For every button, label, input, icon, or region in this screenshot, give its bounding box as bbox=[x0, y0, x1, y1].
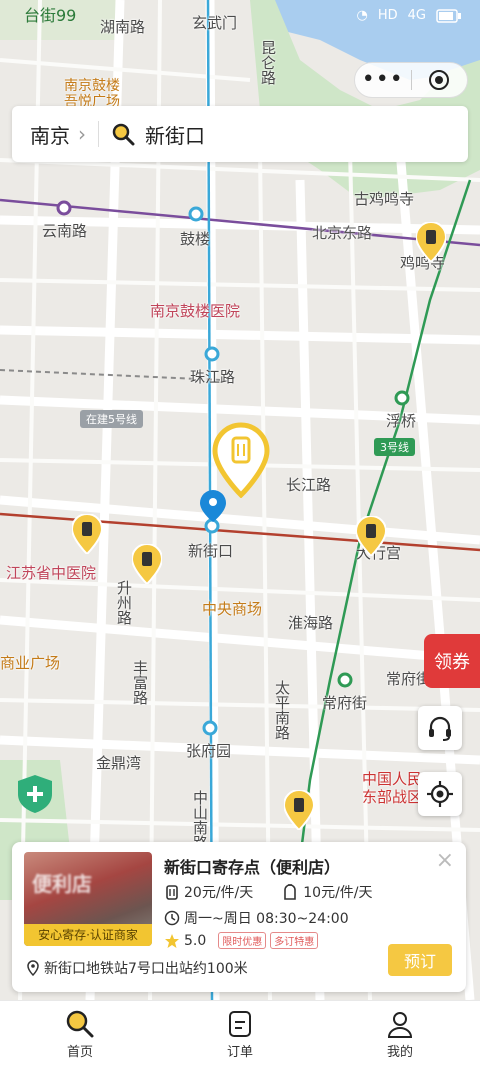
nav-item-home[interactable]: 首页 bbox=[0, 1001, 160, 1066]
close-icon[interactable]: × bbox=[436, 848, 454, 873]
price-large-luggage: 10元/件/天 bbox=[303, 885, 373, 901]
wifi-icon: ◔ bbox=[356, 8, 368, 23]
map-label-changfu-st: 常府街 bbox=[322, 694, 368, 712]
location-icon bbox=[27, 960, 39, 976]
map-label-fengfu-rd: 丰富路 bbox=[131, 660, 149, 705]
more-menu-icon[interactable]: ••• bbox=[355, 69, 411, 91]
map-label-tcm-hospital: 江苏省中医院 bbox=[6, 564, 97, 582]
map-label-gujiming: 古鸡鸣寺 bbox=[354, 190, 415, 208]
map-label-zhujiang-rd: 珠江路 bbox=[190, 368, 236, 386]
address-row: 新街口地铁站7号口出站约100米 bbox=[26, 958, 248, 978]
map-label-huaihai-rd: 淮海路 bbox=[288, 614, 334, 632]
network-hd-label: HD bbox=[377, 8, 398, 23]
battery-icon bbox=[436, 8, 461, 23]
hours-row: 周一~周日 08:30~24:00 bbox=[164, 908, 349, 928]
customer-service-button[interactable] bbox=[418, 706, 462, 750]
map-label-line3: 3号线 bbox=[374, 438, 415, 456]
map-label-zhongshan-s: 中山南路 bbox=[191, 790, 209, 850]
map-label-hospital: 南京鼓楼医院 bbox=[150, 302, 241, 320]
selected-storage-marker[interactable] bbox=[212, 422, 270, 498]
map-label-military: 中国人民 东部战区 bbox=[362, 770, 423, 806]
current-location-pin bbox=[200, 490, 226, 522]
nav-label-home: 首页 bbox=[66, 1045, 93, 1060]
map-label-central-mall: 中央商场 bbox=[202, 600, 263, 618]
rating-value: 5.0 bbox=[184, 932, 207, 949]
search-bar: 南京 › 新街口 bbox=[12, 106, 468, 162]
nav-item-orders[interactable]: 订单 bbox=[160, 1001, 320, 1066]
order-icon bbox=[229, 1011, 251, 1037]
city-selector[interactable]: 南京 bbox=[30, 120, 70, 149]
headset-icon bbox=[429, 716, 451, 741]
storage-marker[interactable] bbox=[356, 516, 386, 556]
store-info-card[interactable]: 便利店 安心寄存·认证商家 新街口寄存点（便利店） × 20元/件/天 10元/… bbox=[12, 842, 466, 992]
map-label-commerce-plaza: 商业广场 bbox=[0, 654, 61, 672]
promo-tag-limited: 限时优惠 bbox=[218, 932, 267, 949]
miniprogram-capsule: ••• bbox=[354, 62, 468, 98]
map-label-fuqiao: 浮桥 bbox=[386, 412, 417, 430]
store-title: 新街口寄存点（便利店） bbox=[164, 858, 341, 877]
clock-icon bbox=[164, 910, 180, 926]
nav-label-profile: 我的 bbox=[386, 1045, 413, 1060]
status-icons: ◔ HD 4G bbox=[357, 8, 463, 23]
network-4g-label: 4G bbox=[407, 8, 426, 23]
map-label-taiping-rd: 太平南路 bbox=[273, 680, 291, 740]
price-small-luggage: 20元/件/天 bbox=[184, 885, 254, 901]
rating-row: 5.0 限时优惠 多订特惠 bbox=[164, 932, 319, 949]
map-label-yunnan-rd: 云南路 bbox=[42, 222, 88, 240]
map-label-jindingwan: 金鼎湾 bbox=[96, 754, 142, 772]
storage-marker[interactable] bbox=[132, 544, 162, 584]
store-address: 新街口地铁站7号口出站约100米 bbox=[44, 961, 248, 977]
promo-tag-multi: 多订特惠 bbox=[270, 932, 319, 949]
search-icon bbox=[111, 122, 135, 146]
store-photo-sign: 便利店 bbox=[32, 872, 92, 896]
chevron-right-icon[interactable]: › bbox=[78, 122, 86, 146]
storage-marker[interactable] bbox=[72, 514, 102, 554]
status-bar: 台街99 ◔ HD 4G bbox=[0, 0, 480, 40]
map-label-zhangfuyuan: 张府园 bbox=[186, 742, 232, 760]
small-luggage-icon bbox=[166, 885, 178, 900]
map-label-changjiang-rd: 长江路 bbox=[286, 476, 332, 494]
book-button[interactable]: 预订 bbox=[388, 944, 452, 976]
coupon-button[interactable]: 领券 bbox=[424, 634, 480, 688]
price-row: 20元/件/天 10元/件/天 bbox=[164, 882, 373, 902]
search-input[interactable]: 新街口 bbox=[145, 120, 205, 149]
opening-hours: 周一~周日 08:30~24:00 bbox=[184, 911, 349, 927]
bottom-nav: 首页 订单 我的 bbox=[0, 1000, 480, 1066]
map-label-beijing-e-rd: 北京东路 bbox=[312, 224, 373, 242]
nav-label-orders: 订单 bbox=[226, 1045, 253, 1060]
locate-me-button[interactable] bbox=[418, 772, 462, 816]
safety-shield-icon[interactable] bbox=[16, 774, 54, 814]
status-time: 台街99 bbox=[24, 6, 77, 25]
large-luggage-icon bbox=[284, 884, 297, 900]
storage-marker[interactable] bbox=[284, 790, 314, 830]
locate-icon bbox=[427, 781, 453, 807]
map-label-jinzhou: 升州路 bbox=[115, 580, 133, 625]
map-label-jilin-rd: 昆仑路 bbox=[259, 40, 277, 85]
star-icon bbox=[165, 933, 179, 948]
certified-merchant-badge: 安心寄存·认证商家 bbox=[24, 924, 152, 946]
close-miniprogram-icon[interactable] bbox=[411, 69, 467, 91]
storage-marker[interactable] bbox=[416, 222, 446, 262]
map-label-gulou: 鼓楼 bbox=[180, 230, 211, 248]
map-label-line5-construction: 在建5号线 bbox=[80, 410, 143, 428]
profile-icon bbox=[387, 1012, 413, 1038]
search-icon bbox=[66, 1010, 94, 1038]
map-label-xinjiekou: 新街口 bbox=[188, 542, 234, 560]
store-photo: 便利店 安心寄存·认证商家 bbox=[24, 852, 152, 946]
nav-item-profile[interactable]: 我的 bbox=[320, 1001, 480, 1066]
